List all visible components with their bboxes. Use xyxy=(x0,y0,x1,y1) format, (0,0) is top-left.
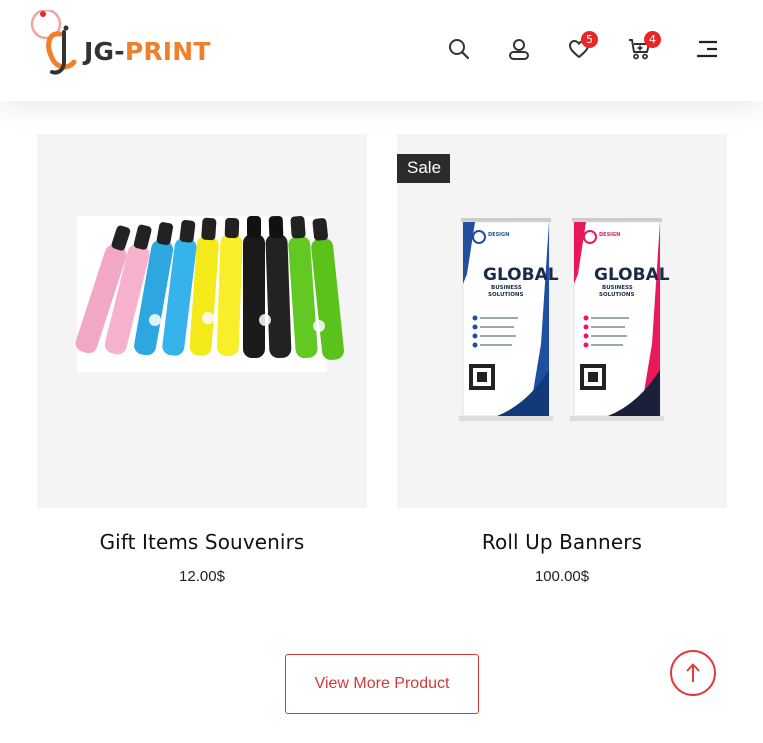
cart-count-badge: 4 xyxy=(644,31,661,48)
banner-subline-text: SOLUTIONS xyxy=(599,292,634,298)
logo-mark-icon xyxy=(30,10,77,75)
view-more-button[interactable]: View More Product xyxy=(285,654,479,714)
menu-icon xyxy=(697,40,717,58)
arrow-up-icon xyxy=(686,663,700,682)
banner-subline-text: BUSINESS xyxy=(602,285,633,291)
banner-brand-text: DESIGN xyxy=(488,232,509,238)
back-to-top-button[interactable] xyxy=(670,650,716,696)
product-image-roll-up-banners[interactable]: DESIGN GLOBAL BUSINESS SOLUTIONS DESIGN xyxy=(397,134,727,508)
product-price: 12.00$ xyxy=(179,568,225,585)
logo-print: PRINT xyxy=(124,37,211,66)
roll-up-banners-image: DESIGN GLOBAL BUSINESS SOLUTIONS DESIGN xyxy=(459,218,670,421)
product-price: 100.00$ xyxy=(534,568,590,585)
product-title[interactable]: Roll Up Banners xyxy=(397,530,727,554)
sale-badge: Sale xyxy=(397,154,451,183)
banner-headline-text: GLOBAL xyxy=(483,265,559,285)
cart-button[interactable]: 4 xyxy=(627,31,661,62)
wishlist-button[interactable]: 5 xyxy=(566,31,598,62)
banner-subline-text: BUSINESS xyxy=(491,285,522,291)
banner-brand-text: DESIGN xyxy=(599,232,620,238)
user-icon xyxy=(509,39,529,60)
account-button[interactable] xyxy=(506,36,532,62)
product-image-gift-pens[interactable] xyxy=(37,134,367,508)
search-button[interactable] xyxy=(446,36,472,62)
wishlist-count-badge: 5 xyxy=(581,31,598,48)
logo-text: JG-PRINT xyxy=(84,37,211,66)
gift-pens-image xyxy=(75,215,344,372)
search-icon xyxy=(449,39,470,60)
logo-jg: JG- xyxy=(84,37,125,66)
site-logo[interactable]: JG-PRINT xyxy=(30,10,230,80)
product-card[interactable]: Gift Items Souvenirs 12.00$ xyxy=(37,134,367,585)
banner-headline-text: GLOBAL xyxy=(594,265,670,285)
site-header: JG-PRINT 5 4 xyxy=(0,0,763,101)
menu-button[interactable] xyxy=(694,36,720,62)
banner-subline-text: SOLUTIONS xyxy=(488,292,523,298)
product-card[interactable]: DESIGN GLOBAL BUSINESS SOLUTIONS DESIGN xyxy=(397,134,727,585)
product-title[interactable]: Gift Items Souvenirs xyxy=(37,530,367,554)
